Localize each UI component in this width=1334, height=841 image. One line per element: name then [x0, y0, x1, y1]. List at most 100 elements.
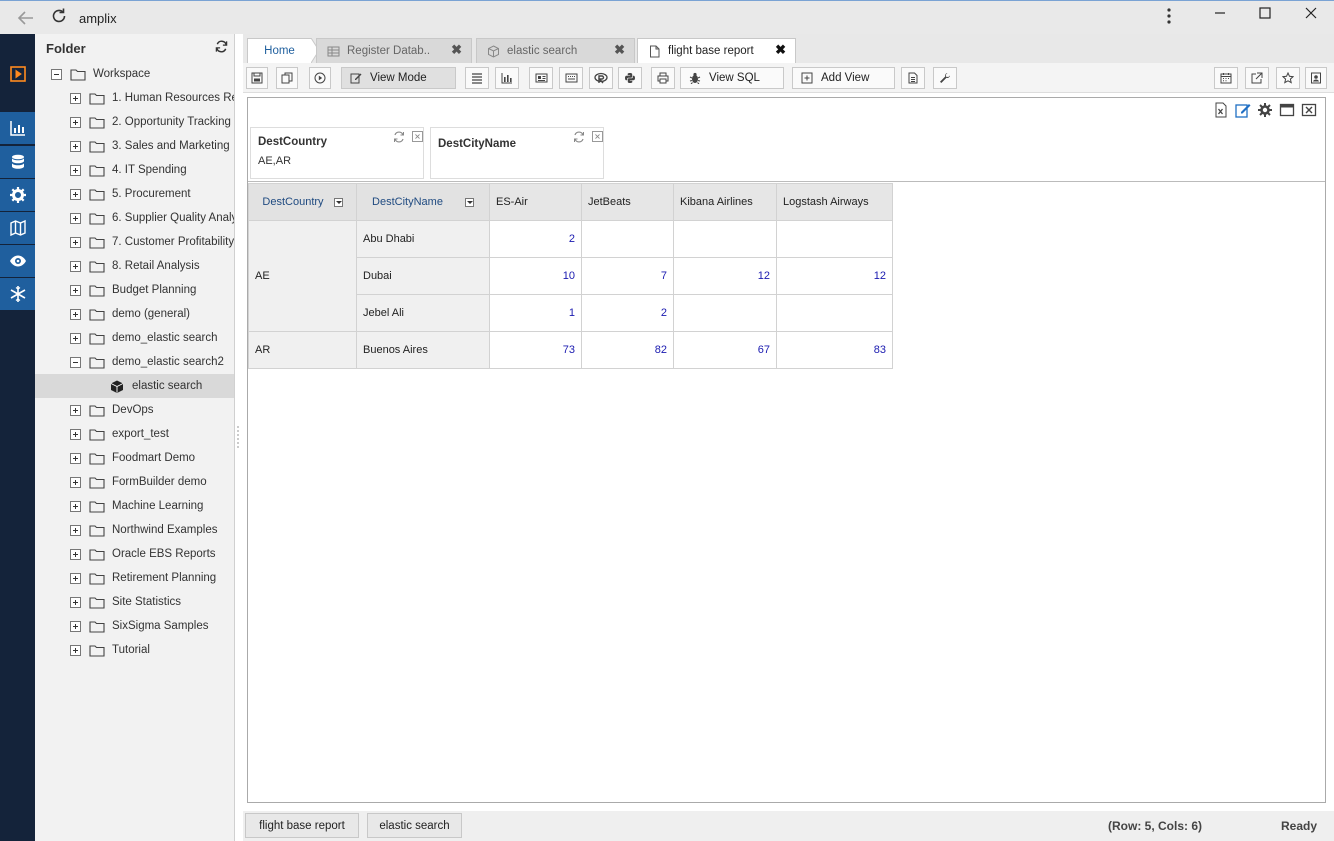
tree-item-folder[interactable]: SixSigma Samples [35, 614, 234, 638]
expand-icon[interactable] [70, 404, 81, 416]
collapse-icon[interactable] [51, 68, 62, 80]
row-header-country[interactable]: AR [248, 331, 357, 369]
column-header[interactable]: Logstash Airways [776, 183, 893, 221]
close-tab-icon[interactable]: ✖ [775, 42, 786, 58]
expand-icon[interactable] [70, 500, 81, 512]
value-cell[interactable]: 67 [673, 331, 777, 369]
refresh-icon[interactable] [393, 131, 405, 143]
bottom-tab-elastic-search[interactable]: elastic search [367, 813, 462, 838]
column-header[interactable]: ES-Air [489, 183, 582, 221]
expand-icon[interactable] [70, 188, 81, 200]
user-contact-button[interactable] [1305, 67, 1327, 89]
tree-item-folder[interactable]: Budget Planning [35, 278, 234, 302]
expand-icon[interactable] [70, 644, 81, 656]
schedule-button[interactable] [1214, 67, 1238, 89]
favorite-button[interactable] [1276, 67, 1300, 89]
expand-icon[interactable] [70, 428, 81, 440]
value-cell[interactable] [776, 220, 893, 258]
share-button[interactable] [1245, 67, 1269, 89]
tree-item-folder[interactable]: demo_elastic search [35, 326, 234, 350]
expand-icon[interactable] [70, 260, 81, 272]
settings-wrench-button[interactable] [933, 67, 957, 89]
value-cell[interactable]: 82 [581, 331, 674, 369]
value-cell[interactable] [673, 294, 777, 332]
view-sql-button[interactable]: View SQL [680, 67, 784, 89]
refresh-icon[interactable] [215, 40, 229, 54]
maximize-icon[interactable] [1253, 5, 1277, 29]
tree-item-folder[interactable]: 1. Human Resources Rep [35, 86, 234, 110]
value-cell[interactable]: 12 [673, 257, 777, 295]
refresh-icon[interactable] [573, 131, 585, 143]
tree-item-folder[interactable]: Workspace [35, 62, 234, 86]
list-view-button[interactable] [465, 67, 489, 89]
expand-icon[interactable] [70, 116, 81, 128]
expand-icon[interactable] [70, 284, 81, 296]
map-icon[interactable] [0, 212, 35, 244]
tree-item-folder[interactable]: FormBuilder demo [35, 470, 234, 494]
value-cell[interactable]: 1 [489, 294, 582, 332]
tree-item-folder[interactable]: 4. IT Spending [35, 158, 234, 182]
expand-icon[interactable] [70, 548, 81, 560]
value-cell[interactable] [581, 220, 674, 258]
expand-icon[interactable] [70, 236, 81, 248]
reload-icon[interactable] [50, 7, 70, 27]
tab-flight-base-report[interactable]: flight base report ✖ [637, 38, 796, 63]
expand-icon[interactable] [70, 92, 81, 104]
row-header-city[interactable]: Abu Dhabi [356, 220, 490, 258]
row-header-city[interactable]: Dubai [356, 257, 490, 295]
tree-item-folder[interactable]: 7. Customer Profitability [35, 230, 234, 254]
tree-item-folder[interactable]: 5. Procurement [35, 182, 234, 206]
run-button[interactable] [309, 67, 331, 89]
expand-icon[interactable] [70, 476, 81, 488]
close-filter-icon[interactable] [592, 131, 603, 142]
close-filter-icon[interactable] [412, 131, 423, 142]
r-script-button[interactable] [589, 67, 613, 89]
tree-item-folder[interactable]: Site Statistics [35, 590, 234, 614]
expand-icon[interactable] [70, 572, 81, 584]
value-cell[interactable]: 2 [581, 294, 674, 332]
bar-chart-icon[interactable] [0, 112, 35, 144]
bottom-tab-flight-base-report[interactable]: flight base report [245, 813, 359, 838]
column-header[interactable]: JetBeats [581, 183, 674, 221]
play-square-icon[interactable] [0, 58, 35, 90]
maximize-panel-icon[interactable] [1279, 102, 1295, 118]
dropdown-icon[interactable] [464, 197, 474, 207]
row-header-city[interactable]: Buenos Aires [356, 331, 490, 369]
value-cell[interactable]: 12 [776, 257, 893, 295]
tree-item-folder[interactable]: Tutorial [35, 638, 234, 662]
tree-item-folder[interactable]: 8. Retail Analysis [35, 254, 234, 278]
python-script-button[interactable] [618, 67, 642, 89]
column-header[interactable]: Kibana Airlines [673, 183, 777, 221]
tree-item-folder[interactable]: 2. Opportunity Tracking [35, 110, 234, 134]
expand-icon[interactable] [70, 524, 81, 536]
expand-icon[interactable] [70, 452, 81, 464]
back-arrow-icon[interactable] [16, 8, 36, 28]
close-tab-icon[interactable]: ✖ [451, 42, 462, 58]
value-cell[interactable]: 7 [581, 257, 674, 295]
tree-item-folder[interactable]: DevOps [35, 398, 234, 422]
tree-item-folder[interactable]: 3. Sales and Marketing [35, 134, 234, 158]
value-cell[interactable]: 2 [489, 220, 582, 258]
value-cell[interactable]: 10 [489, 257, 582, 295]
close-tab-icon[interactable]: ✖ [614, 42, 625, 58]
add-view-button[interactable]: Add View [792, 67, 895, 89]
expand-icon[interactable] [70, 596, 81, 608]
database-icon[interactable] [0, 146, 35, 178]
save-button[interactable] [246, 67, 268, 89]
row-header-city[interactable]: Jebel Ali [356, 294, 490, 332]
filter-dest-country[interactable]: DestCountry AE,AR [250, 127, 424, 179]
gear-icon[interactable] [0, 179, 35, 211]
collapse-icon[interactable] [70, 356, 81, 368]
view-mode-button[interactable]: View Mode [341, 67, 456, 89]
value-cell[interactable] [673, 220, 777, 258]
excel-export-icon[interactable] [1213, 102, 1229, 118]
tab-register-database[interactable]: Register Datab.. ✖ [316, 38, 472, 63]
tree-item-folder[interactable]: Foodmart Demo [35, 446, 234, 470]
expand-icon[interactable] [70, 164, 81, 176]
tree-item-folder[interactable]: 6. Supplier Quality Analy [35, 206, 234, 230]
snowflake-icon[interactable] [0, 278, 35, 310]
more-menu-icon[interactable] [1162, 7, 1176, 29]
export-document-button[interactable] [901, 67, 925, 89]
tree-item-folder[interactable]: Oracle EBS Reports [35, 542, 234, 566]
dropdown-icon[interactable] [333, 197, 343, 207]
